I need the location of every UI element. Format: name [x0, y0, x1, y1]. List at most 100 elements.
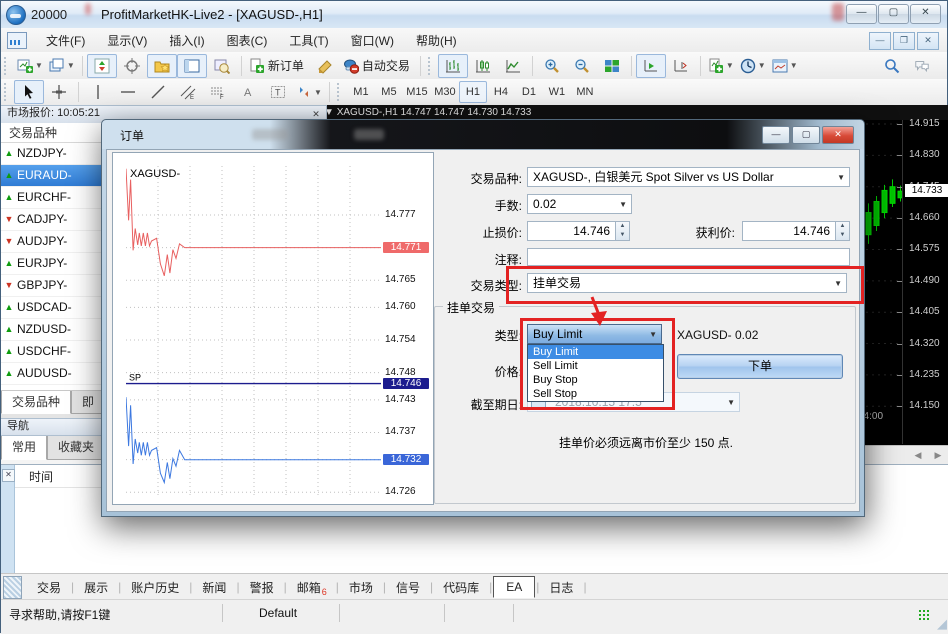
timeframe-D1[interactable]: D1: [515, 81, 543, 103]
zoom-out-button[interactable]: [567, 54, 597, 78]
menu-item[interactable]: 文件(F): [35, 29, 96, 52]
bar-chart-button[interactable]: [438, 54, 468, 78]
crosshair-tool-button[interactable]: [44, 80, 74, 104]
menu-item[interactable]: 工具(T): [278, 29, 339, 52]
dropdown-option-sell-limit[interactable]: Sell Limit: [528, 359, 663, 373]
fibonacci-tool-button[interactable]: F: [203, 80, 233, 104]
tab-账户历史[interactable]: 账户历史: [122, 576, 188, 599]
tab-交易品种[interactable]: 交易品种: [1, 391, 71, 414]
watermark-smudge: [832, 3, 844, 21]
price-scale-tick: [897, 218, 902, 219]
order-dialog-title-bar[interactable]: 订单 — ▢ ✕: [102, 120, 864, 149]
vertical-line-tool-button[interactable]: [83, 80, 113, 104]
child-restore-button[interactable]: ❐: [893, 32, 915, 50]
menu-item[interactable]: 帮助(H): [405, 29, 468, 52]
trendline-tool-button[interactable]: [143, 80, 173, 104]
metaeditor-button[interactable]: [310, 54, 340, 78]
tab-新闻[interactable]: 新闻: [193, 576, 235, 599]
favorites-button[interactable]: [147, 54, 177, 78]
menu-item[interactable]: 显示(V): [96, 29, 158, 52]
tab-交易[interactable]: 交易: [28, 576, 70, 599]
candlestick-chart-button[interactable]: [468, 54, 498, 78]
symbol-select[interactable]: XAGUSD-, 白银美元 Spot Silver vs US Dollar▼: [527, 167, 850, 187]
minimize-button[interactable]: —: [846, 4, 877, 24]
tab-EA[interactable]: EA: [493, 576, 535, 598]
dropdown-option-buy-limit[interactable]: Buy Limit: [528, 345, 663, 359]
tab-信号[interactable]: 信号: [387, 576, 429, 599]
tab-即[interactable]: 即: [71, 391, 105, 414]
tile-windows-button[interactable]: [597, 54, 627, 78]
close-icon[interactable]: ✕: [2, 469, 15, 482]
profiles-button[interactable]: ▼: [46, 54, 78, 78]
cursor-tool-button[interactable]: [14, 80, 44, 104]
timeframe-H1[interactable]: H1: [459, 81, 487, 103]
take-profit-stepper[interactable]: ▲▼: [835, 221, 850, 241]
child-close-button[interactable]: ✕: [917, 32, 939, 50]
volume-select[interactable]: 0.02▼: [527, 194, 632, 214]
watermark-smudge: [354, 129, 384, 140]
close-button[interactable]: ✕: [910, 4, 941, 24]
trade-type-select[interactable]: 挂单交易▼: [527, 273, 847, 293]
tab-警报[interactable]: 警报: [241, 576, 283, 599]
equidistant-channel-tool-button[interactable]: E: [173, 80, 203, 104]
scroll-right-icon[interactable]: ▶: [930, 448, 946, 462]
periods-button[interactable]: ▼: [737, 54, 769, 78]
tab-常用[interactable]: 常用: [1, 436, 47, 460]
resize-grip[interactable]: ◢: [937, 616, 947, 632]
terminal-tab-icon[interactable]: [3, 576, 22, 599]
tab-展示[interactable]: 展示: [75, 576, 117, 599]
chart-price-scale[interactable]: 14.91514.83014.74514.66014.57514.49014.4…: [902, 120, 948, 444]
panel-toggle-button[interactable]: [177, 54, 207, 78]
dialog-close-button[interactable]: ✕: [822, 126, 854, 144]
text-tool-button[interactable]: A: [233, 80, 263, 104]
child-minimize-button[interactable]: —: [869, 32, 891, 50]
tab-市场[interactable]: 市场: [340, 576, 382, 599]
templates-button[interactable]: ▼: [769, 54, 801, 78]
tab-代码库[interactable]: 代码库: [434, 576, 488, 599]
tab-收藏夹[interactable]: 收藏夹: [47, 436, 105, 460]
auto-scroll-button[interactable]: [636, 54, 666, 78]
line-chart-button[interactable]: [498, 54, 528, 78]
dialog-restore-button[interactable]: ▢: [792, 126, 820, 144]
chart-shift-button[interactable]: [666, 54, 696, 78]
chart-title-bar[interactable]: ▼ XAGUSD-,H1 14.747 14.747 14.730 14.733: [320, 105, 948, 120]
timeframe-M1[interactable]: M1: [347, 81, 375, 103]
timeframe-M15[interactable]: M15: [403, 81, 431, 103]
place-order-button[interactable]: 下单: [677, 354, 843, 379]
menu-item[interactable]: 窗口(W): [340, 29, 405, 52]
text-label-tool-button[interactable]: T: [263, 80, 293, 104]
pending-note: 挂单价必须远离市价至少 150 点.: [442, 434, 850, 451]
arrows-tool-button[interactable]: ▼: [293, 80, 325, 104]
menu-item[interactable]: 插入(I): [158, 29, 215, 52]
tab-日志[interactable]: 日志: [540, 576, 582, 599]
tab-邮箱[interactable]: 邮箱6: [288, 576, 335, 599]
timeframe-MN[interactable]: MN: [571, 81, 599, 103]
timeframe-M5[interactable]: M5: [375, 81, 403, 103]
crosshair-target-button[interactable]: [117, 54, 147, 78]
dialog-minimize-button[interactable]: —: [762, 126, 790, 144]
indicators-button[interactable]: ▼: [705, 54, 737, 78]
timeframe-H4[interactable]: H4: [487, 81, 515, 103]
comment-input[interactable]: [527, 248, 850, 266]
search-icon[interactable]: [877, 54, 907, 78]
take-profit-input[interactable]: 14.746: [742, 221, 836, 241]
status-profile[interactable]: Default: [259, 606, 297, 620]
market-watch-toggle-button[interactable]: [87, 54, 117, 78]
scroll-left-icon[interactable]: ◀: [910, 448, 926, 462]
new-order-button[interactable]: 新订单: [246, 54, 310, 78]
down-arrow-icon: ▼: [1, 209, 17, 230]
new-chart-button[interactable]: ▼: [14, 54, 46, 78]
dropdown-option-sell-stop[interactable]: Sell Stop: [528, 387, 663, 401]
restore-button[interactable]: ▢: [878, 4, 909, 24]
timeframe-W1[interactable]: W1: [543, 81, 571, 103]
horizontal-line-tool-button[interactable]: [113, 80, 143, 104]
zoom-in-button[interactable]: [537, 54, 567, 78]
stop-loss-input[interactable]: 14.746: [527, 221, 616, 241]
timeframe-M30[interactable]: M30: [431, 81, 459, 103]
symbol-name: USDCAD-: [17, 297, 72, 318]
chat-icon[interactable]: [907, 54, 937, 78]
strategy-tester-button[interactable]: [207, 54, 237, 78]
menu-item[interactable]: 图表(C): [216, 29, 279, 52]
autotrading-button[interactable]: 自动交易: [340, 54, 416, 78]
dropdown-option-buy-stop[interactable]: Buy Stop: [528, 373, 663, 387]
